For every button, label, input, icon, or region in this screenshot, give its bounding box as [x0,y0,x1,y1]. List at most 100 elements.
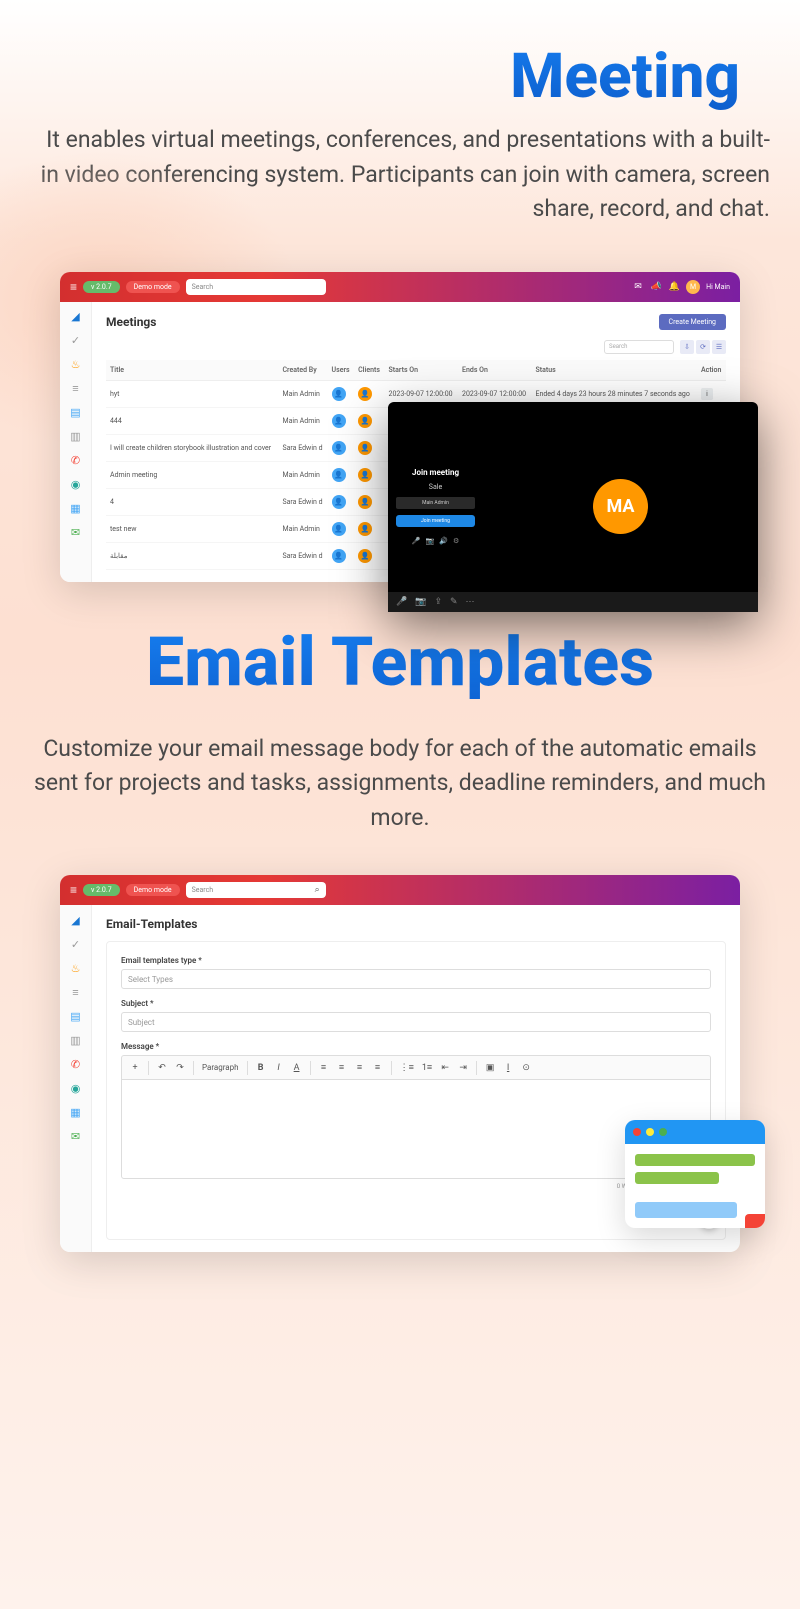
fire-icon[interactable]: ♨ [69,358,83,372]
phone-icon[interactable]: ✆ [69,1057,83,1071]
redo-icon[interactable]: ↷ [173,1060,187,1076]
info-icon[interactable]: i [701,388,713,400]
list-number-icon[interactable]: 1≡ [420,1060,434,1076]
user-greeting[interactable]: Hi Main [706,283,730,291]
page-title: Meetings [106,315,156,329]
undo-icon[interactable]: ↶ [155,1060,169,1076]
export-icon[interactable]: ⇩ [680,340,694,354]
sidebar: ◢ ✓ ♨ ≡ ▤ ▥ ✆ ◉ ▦ ✉ [60,905,92,1252]
col-status[interactable]: Status [532,360,698,381]
mic-icon[interactable]: 🎤 [412,537,421,545]
name-input[interactable]: Main Admin [396,497,475,509]
participant-avatar: MA [593,479,648,534]
check-icon[interactable]: ✓ [69,937,83,951]
search-icon[interactable]: ⌕ [315,885,320,895]
fire-icon[interactable]: ♨ [69,961,83,975]
templates-desc: Customize your email message body for ea… [0,722,800,846]
editor-footer: 0 WORDS POWERED BY TINYMCE [121,1179,711,1194]
phone-icon[interactable]: ✆ [69,454,83,468]
doc-icon[interactable]: ▤ [69,406,83,420]
meeting-screenshot: ≡ v 2.0.7 Demo mode Search ✉ 📣 🔔 M Hi Ma… [60,272,740,582]
create-meeting-button[interactable]: Create Meeting [659,314,726,330]
paragraph-select[interactable]: Paragraph [200,1060,241,1076]
message-editor[interactable] [121,1079,711,1179]
col-users[interactable]: Users [328,360,355,381]
vb-more-icon[interactable]: ⋯ [466,597,475,607]
align-left-icon[interactable]: ≡ [317,1060,331,1076]
template-decoration [625,1120,765,1228]
col-clients[interactable]: Clients [354,360,384,381]
page-title: Email-Templates [106,917,726,931]
cam-icon[interactable]: ◉ [69,1081,83,1095]
announce-icon[interactable]: 📣 [650,281,662,293]
check-icon[interactable]: ✓ [69,334,83,348]
decor-bar [635,1202,737,1218]
list-bullet-icon[interactable]: ⋮≡ [398,1060,416,1076]
dot-red [633,1128,641,1136]
decor-bar [635,1172,719,1184]
search-input[interactable]: Search⌕ [186,882,326,898]
list-icon[interactable]: ≡ [69,985,83,999]
settings-icon[interactable]: ⚙ [453,537,459,545]
type-select[interactable]: Select Types [121,969,711,989]
columns-icon[interactable]: ☰ [712,340,726,354]
cal-icon[interactable]: ▦ [69,502,83,516]
editor-toolbar: + ↶ ↷ Paragraph B I A ≡ ≡ [121,1055,711,1079]
paper-icon[interactable]: ▥ [69,430,83,444]
image-icon[interactable]: ▣ [483,1060,497,1076]
mail-icon[interactable]: ✉ [632,281,644,293]
sidebar: ◢ ✓ ♨ ≡ ▤ ▥ ✆ ◉ ▦ ✉ [60,302,92,582]
italic-icon[interactable]: I [272,1060,286,1076]
outdent-icon[interactable]: ⇤ [438,1060,452,1076]
doc-icon[interactable]: ▤ [69,1009,83,1023]
version-pill: v 2.0.7 [83,884,120,896]
align-center-icon[interactable]: ≡ [335,1060,349,1076]
col-by[interactable]: Created By [278,360,327,381]
add-icon[interactable]: + [128,1060,142,1076]
col-action[interactable]: Action [697,360,726,381]
color-icon[interactable]: A [290,1060,304,1076]
col-start[interactable]: Starts On [385,360,458,381]
logo-icon[interactable]: ◢ [69,310,83,324]
video-call-window: Join meeting Sale Main Admin Join meetin… [388,402,758,612]
demo-pill: Demo mode [126,281,180,293]
vb-mic-icon[interactable]: 🎤 [396,597,407,607]
col-end[interactable]: Ends On [458,360,531,381]
align-right-icon[interactable]: ≡ [353,1060,367,1076]
refresh-icon[interactable]: ⟳ [696,340,710,354]
vb-chat-icon[interactable]: ✎ [450,597,458,607]
menu-icon[interactable]: ≡ [70,883,77,897]
decor-bar [635,1154,755,1166]
cam-icon[interactable]: ◉ [69,478,83,492]
speaker-icon[interactable]: 🔊 [439,537,448,545]
paper-icon[interactable]: ▥ [69,1033,83,1047]
message-label: Message * [121,1042,711,1051]
avatar[interactable]: M [686,280,700,294]
decor-badge [745,1214,765,1228]
vb-cam-icon[interactable]: 📷 [415,597,426,607]
subject-label: Subject * [121,999,711,1008]
indent-icon[interactable]: ⇥ [456,1060,470,1076]
chat-icon[interactable]: ✉ [69,526,83,540]
time-icon[interactable]: ⊙ [519,1060,533,1076]
version-pill: v 2.0.7 [83,281,120,293]
dot-yellow [646,1128,654,1136]
chat-icon[interactable]: ✉ [69,1129,83,1143]
bell-icon[interactable]: 🔔 [668,281,680,293]
align-justify-icon[interactable]: ≡ [371,1060,385,1076]
join-button[interactable]: Join meeting [396,515,475,527]
clear-icon[interactable]: I [501,1060,515,1076]
col-title[interactable]: Title [106,360,278,381]
bold-icon[interactable]: B [254,1060,268,1076]
search-input[interactable]: Search [186,279,326,295]
logo-icon[interactable]: ◢ [69,913,83,927]
camera-icon[interactable]: 📷 [426,537,435,545]
vb-share-icon[interactable]: ⇪ [434,597,442,607]
type-label: Email templates type * [121,956,711,965]
menu-icon[interactable]: ≡ [70,280,77,294]
table-search-input[interactable]: Search [604,340,674,354]
list-icon[interactable]: ≡ [69,382,83,396]
cal-icon[interactable]: ▦ [69,1105,83,1119]
subject-input[interactable]: Subject [121,1012,711,1032]
meeting-title: Meeting [0,0,800,113]
